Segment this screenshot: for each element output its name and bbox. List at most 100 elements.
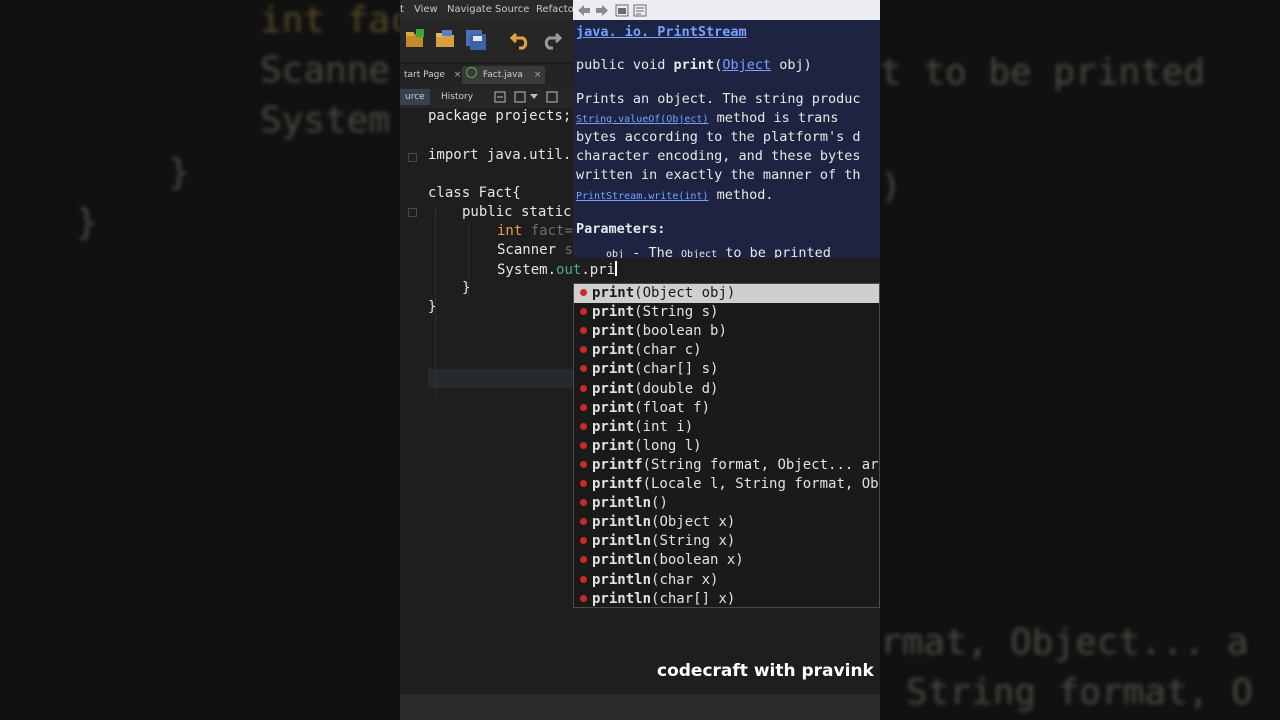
completion-signature: (Object x) [651, 514, 736, 531]
method-icon [580, 327, 587, 335]
javadoc-text: written in exactly the manner of th [576, 167, 861, 183]
completion-item[interactable]: println(char[] x) [574, 590, 879, 607]
new-project-icon[interactable] [404, 28, 426, 50]
bg-text: } [76, 202, 98, 243]
javadoc-class-link[interactable]: java. io. PrintStream [576, 24, 747, 40]
method-icon [580, 346, 587, 354]
back-history-icon[interactable] [494, 91, 506, 103]
completion-signature: (float f) [634, 399, 711, 416]
completion-signature: (String format, Object... ar [642, 456, 879, 473]
completion-item[interactable]: print(long l) [574, 437, 879, 456]
printstream-write-link[interactable]: PrintStream.write(int) [576, 191, 708, 202]
bg-text: t to be printed [880, 52, 1206, 93]
fold-marker-icon[interactable] [408, 153, 417, 162]
menu-item-source[interactable]: Source [495, 4, 529, 15]
type-name: Scanner [497, 242, 557, 258]
forward-history-icon[interactable] [546, 91, 558, 103]
close-icon[interactable]: × [454, 70, 462, 80]
field-name: out [556, 262, 582, 278]
forward-arrow-icon[interactable] [595, 4, 609, 17]
close-icon[interactable]: × [534, 70, 542, 80]
string-valueof-link[interactable]: String.valueOf(Object) [576, 114, 708, 125]
javadoc-popup: java. io. PrintStream public void print(… [573, 20, 880, 258]
fold-marker-icon[interactable] [408, 208, 417, 217]
completion-item[interactable]: print(boolean b) [574, 322, 879, 341]
method-icon [580, 575, 587, 583]
completion-method-name: println [592, 495, 652, 512]
method-icon [580, 594, 587, 602]
undo-icon[interactable] [510, 28, 532, 50]
completion-method-name: print [592, 399, 635, 416]
completion-method-name: print [592, 304, 635, 321]
blurred-background-right: t to be printed ) rmat, Object... a Stri… [880, 0, 1280, 720]
completion-signature: (int i) [634, 418, 694, 435]
method-icon [580, 480, 587, 487]
signature-type-link[interactable]: Object [722, 57, 771, 73]
completion-method-name: print [592, 418, 635, 435]
back-arrow-icon[interactable] [577, 4, 591, 17]
javadoc-text: - The [624, 245, 681, 258]
completion-item[interactable]: print(char[] s) [574, 360, 879, 379]
completion-item[interactable]: println(boolean x) [574, 551, 879, 570]
method-icon [580, 499, 587, 507]
method-icon [580, 441, 587, 449]
chevron-down-icon[interactable] [530, 94, 538, 100]
menu-item-refactor[interactable]: Refactor [536, 4, 578, 15]
completion-item[interactable]: println() [574, 494, 879, 513]
open-in-browser-icon[interactable] [615, 4, 629, 17]
completion-signature: (char[] s) [634, 361, 719, 378]
history-view-button[interactable]: History [436, 89, 478, 105]
code-line: package projects; [428, 108, 572, 124]
completion-item[interactable]: print(double d) [574, 380, 879, 399]
javadoc-text: method is trans [708, 110, 839, 126]
completion-item[interactable]: println(String x) [574, 532, 879, 551]
code-line: Scanner s [497, 242, 573, 258]
completion-method-name: println [592, 590, 652, 607]
javadoc-toolbar [573, 0, 880, 20]
completion-method-name: print [592, 437, 635, 454]
identifier: fact= [530, 223, 573, 239]
completion-item[interactable]: println(char x) [574, 571, 879, 590]
go-to-source-icon[interactable] [633, 4, 647, 17]
javadoc-text: to be printed [717, 245, 831, 258]
bg-text: ) [880, 166, 902, 207]
source-view-button[interactable]: urce [400, 89, 430, 105]
completion-signature: (double d) [634, 380, 719, 397]
tab-start-page[interactable]: tart Page × [400, 66, 465, 84]
completion-signature: (Locale l, String format, Ob [642, 476, 879, 492]
identifier: s [564, 242, 573, 258]
typed-text: .pri [581, 262, 616, 278]
completion-item[interactable]: print(int i) [574, 418, 879, 437]
redo-icon[interactable] [540, 28, 562, 50]
completion-method-name: print [592, 285, 635, 301]
completion-item[interactable]: print(String s) [574, 303, 879, 322]
open-project-icon[interactable] [434, 28, 456, 50]
menu-item-edit[interactable]: t [400, 4, 404, 15]
menu-item-view[interactable]: View [414, 4, 438, 15]
javadoc-text-line: PrintStream.write(int) method. [576, 187, 773, 203]
menu-item-navigate[interactable]: Navigate [447, 4, 492, 15]
javadoc-text: method. [708, 187, 774, 203]
completion-item[interactable]: print(float f) [574, 399, 879, 418]
tab-fact-java[interactable]: Fact.java × [462, 66, 546, 84]
history-dropdown-icon[interactable] [514, 91, 526, 103]
completion-item[interactable]: print(char c) [574, 341, 879, 360]
completion-signature: (boolean b) [634, 323, 727, 340]
javadoc-text: bytes according to the platform's d [576, 129, 861, 145]
class-link[interactable]: java. io. PrintStream [576, 24, 747, 40]
code-completion-list[interactable]: print(Object obj) print(String s) print(bo… [573, 283, 880, 608]
completion-item[interactable]: printf(String format, Object... ar [574, 456, 879, 475]
completion-item[interactable]: println(Object x) [574, 513, 879, 532]
channel-watermark: codecraft with pravink [657, 661, 874, 681]
completion-signature: (String x) [651, 533, 736, 550]
bg-text: } [168, 152, 190, 193]
parameters-heading: Parameters: [576, 221, 666, 237]
completion-method-name: print [592, 380, 635, 397]
bg-text: System [260, 100, 391, 141]
completion-signature: (char x) [651, 571, 719, 588]
javadoc-text: Prints an object. The string produc [576, 91, 861, 107]
completion-item[interactable]: print(Object obj) [574, 284, 879, 303]
save-all-icon[interactable] [464, 28, 486, 50]
method-icon [580, 460, 587, 468]
completion-item[interactable]: printf(Locale l, String format, Ob [574, 475, 879, 494]
